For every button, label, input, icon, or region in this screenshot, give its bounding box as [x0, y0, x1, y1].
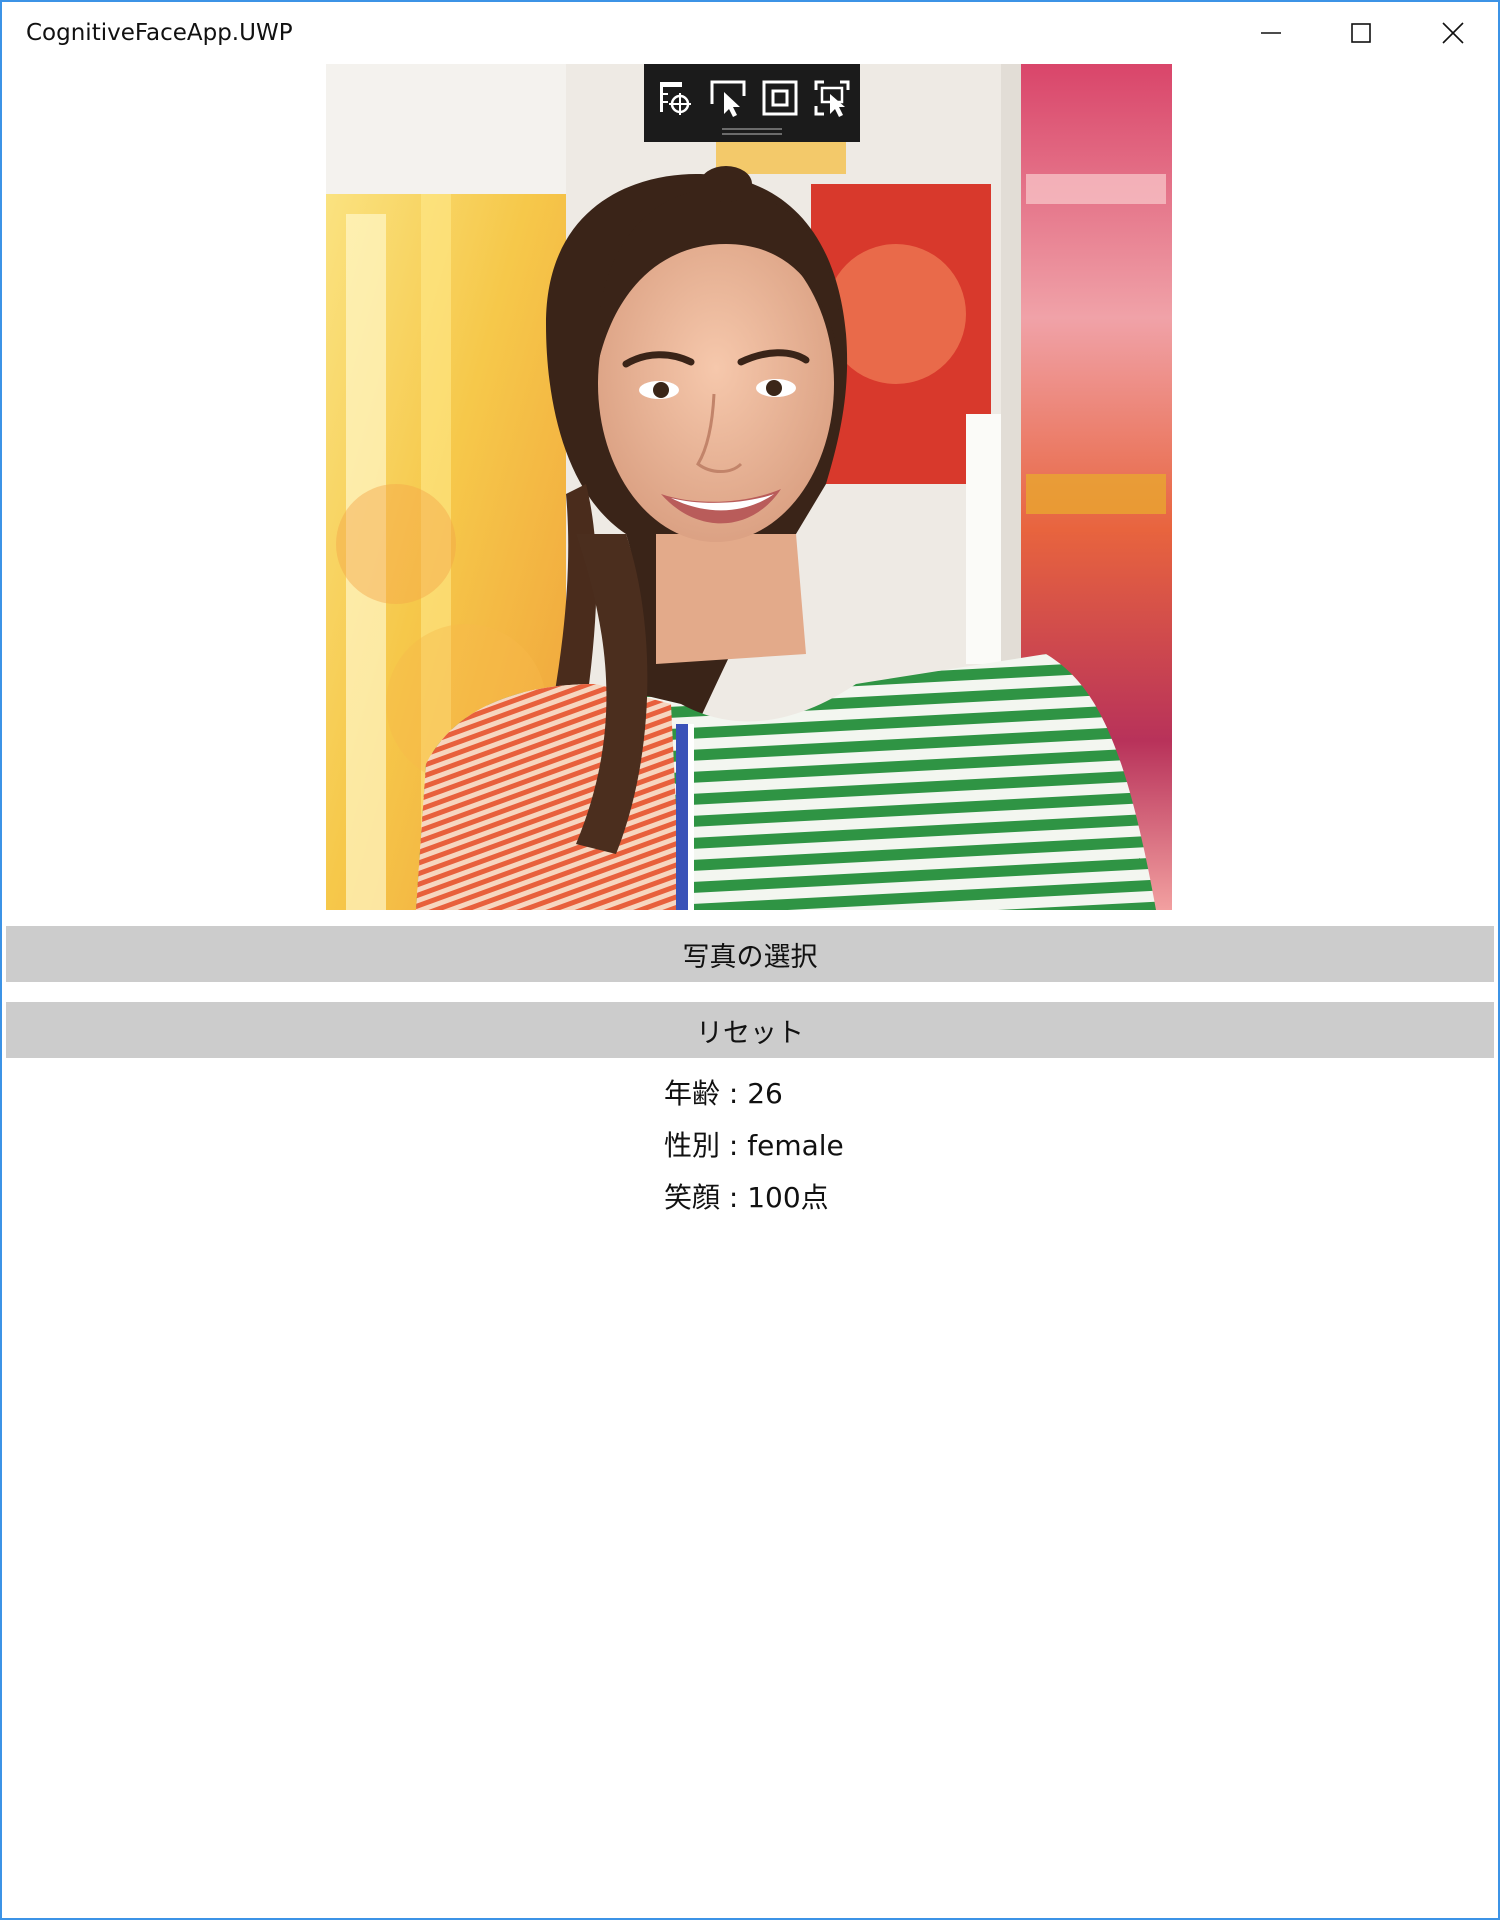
select-element-icon: [710, 80, 746, 117]
age-result: 年齢 : 26: [664, 1077, 783, 1110]
smile-result: 笑顔 : 100点: [664, 1181, 829, 1214]
select-element-button[interactable]: [708, 78, 748, 118]
close-icon: [1442, 22, 1464, 44]
live-visual-tree-icon: [660, 82, 691, 115]
track-focused-element-button[interactable]: [812, 78, 852, 118]
live-visual-tree-button[interactable]: [656, 78, 696, 118]
close-button[interactable]: [1408, 2, 1498, 64]
minimize-button[interactable]: [1226, 2, 1316, 64]
toolbar-grip[interactable]: [722, 128, 782, 130]
display-layout-adorners-icon: [762, 80, 798, 116]
reset-button[interactable]: リセット: [6, 1002, 1494, 1058]
app-window: CognitiveFaceApp.UWP 写真の選択 リセット 年齢: 26 …: [0, 0, 1500, 1920]
toolbar-grip[interactable]: [722, 133, 782, 135]
debug-toolbar[interactable]: [644, 64, 860, 142]
face-analysis-results: 年齢 : 26 性別 : female 笑顔 : 100点: [664, 1074, 1164, 1230]
track-focused-element-icon: [814, 80, 850, 117]
minimize-icon: [1261, 32, 1281, 34]
window-title: CognitiveFaceApp.UWP: [26, 20, 293, 46]
maximize-icon: [1351, 23, 1371, 43]
select-photo-button[interactable]: 写真の選択: [6, 926, 1494, 982]
display-layout-adorners-button[interactable]: [760, 78, 800, 118]
face-photo: [326, 64, 1172, 910]
title-bar[interactable]: CognitiveFaceApp.UWP: [2, 2, 1498, 64]
gender-result: 性別 : female: [664, 1129, 844, 1162]
maximize-button[interactable]: [1316, 2, 1406, 64]
